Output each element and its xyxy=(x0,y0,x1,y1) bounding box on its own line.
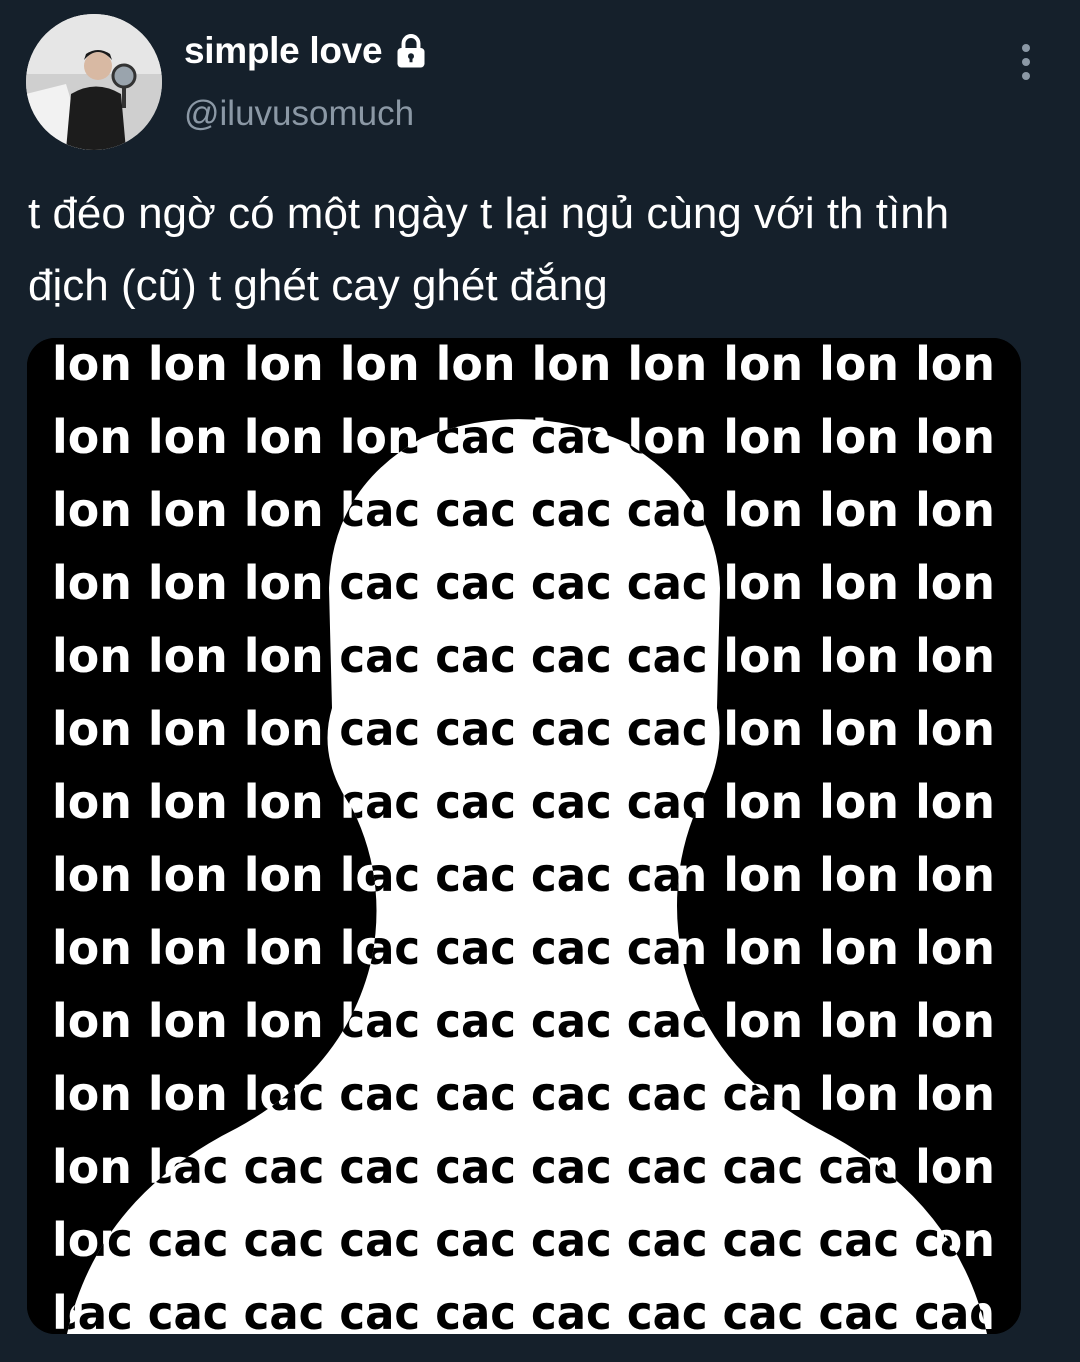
more-vertical-icon[interactable] xyxy=(1016,42,1036,82)
display-name[interactable]: simple love xyxy=(184,30,383,72)
tweet-text: t đéo ngờ có một ngày t lại ngủ cùng với… xyxy=(28,189,950,310)
media-image: lon lon lon lon lon lon lon lon lon lonl… xyxy=(27,338,1021,1334)
inner-word-row: cac cac cac cac cac cac cac cac cac cac xyxy=(52,1286,995,1334)
user-handle[interactable]: @iluvusomuch xyxy=(184,94,429,134)
tweet: simple love @iluvusomuch t đéo ngờ có mộ… xyxy=(0,0,1080,1362)
inner-word-row: cac cac cac cac cac cac cac cac cac cac xyxy=(52,1213,995,1267)
avatar-image xyxy=(26,14,162,150)
tweet-media[interactable]: lon lon lon lon lon lon lon lon lon lon l… xyxy=(27,338,1021,1334)
user-block: simple love @iluvusomuch xyxy=(184,30,429,134)
avatar[interactable] xyxy=(26,14,162,150)
lock-icon xyxy=(397,34,425,68)
tweet-header: simple love @iluvusomuch xyxy=(26,14,1054,154)
outer-word-row: lon lon lon lon lon lon lon lon lon lon xyxy=(52,338,995,391)
